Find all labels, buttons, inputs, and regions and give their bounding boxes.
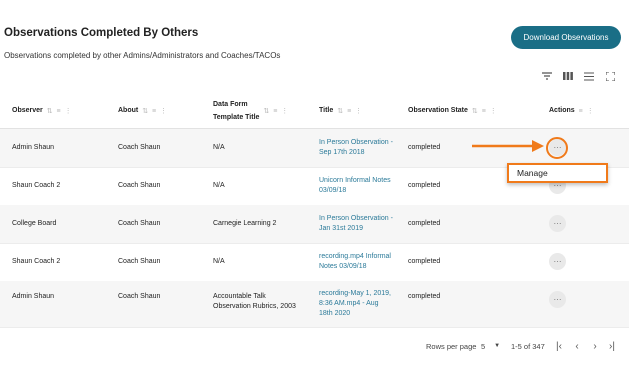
column-label: Data Form Template Title [213, 98, 259, 124]
title-link[interactable]: recording.mp4 Informal Notes 03/09/18 [319, 243, 391, 281]
table-row: Shaun Coach 2 Coach Shaun N/A recording.… [0, 243, 629, 282]
rows-per-page-value: 5 [481, 341, 486, 351]
template-line: Accountable Talk [213, 293, 266, 300]
page-subtitle: Observations completed by other Admins/A… [4, 51, 281, 60]
title-line: Notes 03/09/18 [319, 263, 367, 270]
template-line: Observation Rubrics, 2003 [213, 303, 296, 310]
title-line: 18th 2020 [319, 310, 351, 317]
observer-cell: Shaun Coach 2 [12, 182, 61, 189]
table-row: College Board Coach Shaun Carnegie Learn… [0, 205, 629, 244]
fullscreen-icon[interactable] [604, 70, 616, 82]
state-cell: completed [408, 258, 441, 265]
filter-icon[interactable]: ≡ ⋮ [579, 107, 595, 115]
title-link[interactable]: Unicorn Informal Notes 03/09/18 [319, 167, 391, 205]
download-observations-button[interactable]: Download Observations [511, 26, 621, 49]
rows-per-page-select[interactable]: 5 ▼ [481, 336, 500, 356]
table-row: Admin Shaun Coach Shaun Accountable Talk… [0, 281, 629, 328]
menu-item-manage[interactable]: Manage [517, 168, 548, 178]
column-label: Actions [549, 107, 575, 114]
title-line: recording-May 1, 2019, [319, 290, 391, 297]
title-link[interactable]: recording-May 1, 2019, 8:36 AM.mp4 - Aug… [319, 281, 391, 327]
title-line: In Person Observation - [319, 139, 393, 146]
template-cell: Carnegie Learning 2 [213, 220, 277, 227]
caret-down-icon: ▼ [494, 343, 501, 349]
row-actions-button[interactable]: ··· [549, 253, 566, 270]
title-line: Unicorn Informal Notes [319, 177, 391, 184]
density-icon[interactable] [583, 70, 595, 82]
annotation-highlight-circle [546, 137, 568, 159]
title-line: In Person Observation - [319, 215, 393, 222]
observer-cell: College Board [12, 220, 57, 227]
title-line: 03/09/18 [319, 187, 347, 194]
observer-cell: Admin Shaun [12, 144, 55, 151]
title-line: Sep 17th 2018 [319, 149, 365, 156]
title-line: 8:36 AM.mp4 - Aug [319, 300, 379, 307]
sort-filter-icon[interactable]: ⇅ ≡ ⋮ [472, 107, 498, 115]
filter-icon[interactable] [541, 70, 553, 82]
template-cell: Accountable Talk Observation Rubrics, 20… [213, 281, 296, 323]
sort-filter-icon[interactable]: ⇅ ≡ ⋮ [263, 107, 289, 115]
page-title: Observations Completed By Others [4, 27, 199, 39]
column-header-observer[interactable]: Observer ⇅ ≡ ⋮ [12, 93, 73, 128]
page-range: 1-5 of 347 [511, 341, 545, 351]
template-cell: N/A [213, 182, 225, 189]
template-cell: N/A [213, 258, 225, 265]
column-label: Observer [12, 107, 43, 114]
last-page-icon[interactable]: ›| [606, 336, 618, 356]
about-cell: Coach Shaun [118, 258, 161, 265]
rows-per-page-label: Rows per page [426, 341, 477, 351]
column-label: Observation State [408, 107, 468, 114]
column-label: Title [319, 107, 334, 114]
about-cell: Coach Shaun [118, 144, 161, 151]
sort-filter-icon[interactable]: ⇅ ≡ ⋮ [337, 107, 363, 115]
sort-filter-icon[interactable]: ⇅ ≡ ⋮ [142, 107, 168, 115]
column-label-line1: Data Form [213, 100, 248, 108]
first-page-icon[interactable]: |‹ [553, 336, 565, 356]
title-link[interactable]: In Person Observation - Sep 17th 2018 [319, 129, 393, 167]
column-label: About [118, 107, 139, 114]
state-cell: completed [408, 144, 441, 151]
row-actions-button[interactable]: ··· [549, 291, 566, 308]
title-line: Jan 31st 2019 [319, 225, 363, 232]
observer-cell: Shaun Coach 2 [12, 258, 61, 265]
previous-page-icon[interactable]: ‹ [571, 336, 583, 356]
state-cell: completed [408, 293, 441, 300]
sort-filter-icon[interactable]: ⇅ ≡ ⋮ [47, 107, 73, 115]
observer-cell: Admin Shaun [12, 293, 55, 300]
about-cell: Coach Shaun [118, 220, 161, 227]
title-line: recording.mp4 Informal [319, 253, 391, 260]
table-header: Observer ⇅ ≡ ⋮ About ⇅ ≡ ⋮ Data Form Tem… [0, 93, 629, 129]
column-header-about[interactable]: About ⇅ ≡ ⋮ [118, 93, 168, 128]
column-header-state[interactable]: Observation State ⇅ ≡ ⋮ [408, 93, 498, 128]
next-page-icon[interactable]: › [589, 336, 601, 356]
column-header-actions[interactable]: Actions ≡ ⋮ [549, 93, 595, 128]
state-cell: completed [408, 220, 441, 227]
column-header-template[interactable]: Data Form Template Title ⇅ ≡ ⋮ [213, 93, 289, 128]
template-cell: N/A [213, 144, 225, 151]
about-cell: Coach Shaun [118, 182, 161, 189]
about-cell: Coach Shaun [118, 293, 161, 300]
annotation-arrow-icon [472, 140, 544, 152]
title-link[interactable]: In Person Observation - Jan 31st 2019 [319, 205, 393, 243]
column-label-line2: Template Title [213, 113, 260, 121]
actions-menu: Manage [507, 163, 608, 183]
state-cell: completed [408, 182, 441, 189]
column-header-title[interactable]: Title ⇅ ≡ ⋮ [319, 93, 363, 128]
columns-icon[interactable] [562, 70, 574, 82]
row-actions-button[interactable]: ··· [549, 215, 566, 232]
